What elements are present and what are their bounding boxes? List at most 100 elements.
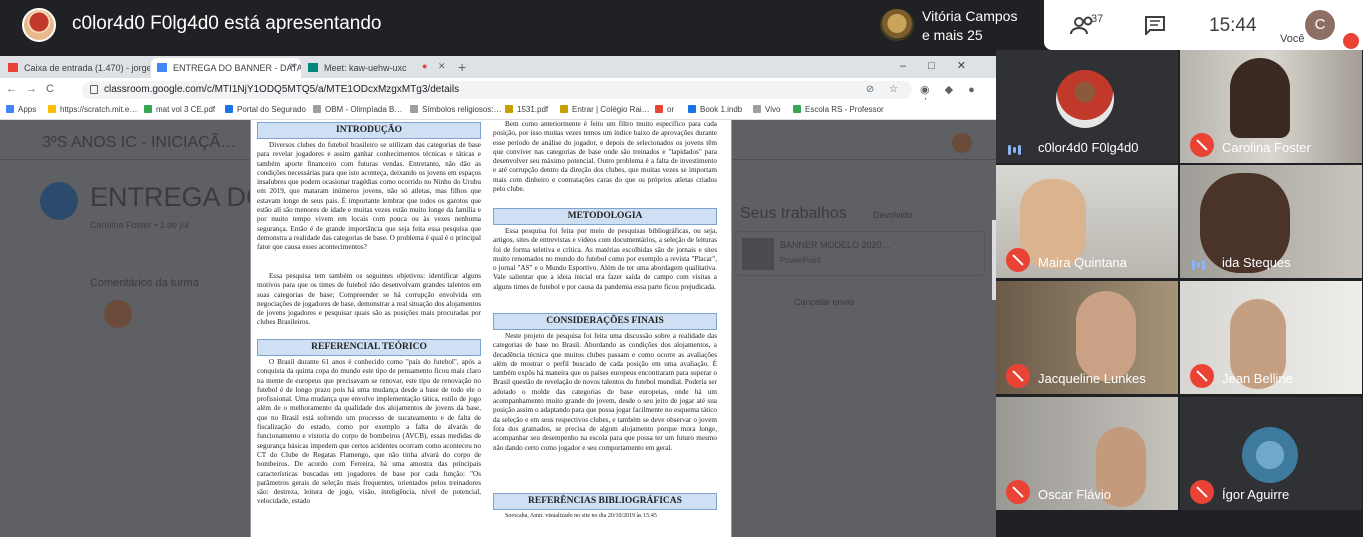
window-controls[interactable]: –□✕ <box>900 59 988 72</box>
participant-name: Vitória Campos <box>922 8 1018 24</box>
participant-tile[interactable]: Jean Belline <box>1180 281 1362 394</box>
participant-tile[interactable]: Jacqueline Lunkes <box>996 281 1178 394</box>
shared-browser-window: Caixa de entrada (1.470) - jorge… ENTREG… <box>0 56 996 537</box>
participant-name: Ígor Aguirre <box>1222 487 1290 502</box>
participant-video <box>1076 291 1136 381</box>
participant-name: Maira Quintana <box>1038 255 1127 270</box>
people-icon[interactable] <box>1070 14 1110 38</box>
bookmark-item[interactable]: 1531.pdf <box>505 105 548 114</box>
tab-gmail[interactable]: Caixa de entrada (1.470) - jorge… <box>2 58 150 78</box>
participant-name: Carolina Foster <box>1222 140 1311 155</box>
self-avatar[interactable]: C <box>1305 10 1335 40</box>
participant-name: Oscar Flávio <box>1038 487 1111 502</box>
mic-off-icon <box>1190 364 1214 388</box>
bookmark-item[interactable]: https://scratch.mit.e… <box>48 105 137 114</box>
attachment-card[interactable]: BANNER MODELO 2020… PowerPoint <box>735 231 985 276</box>
participant-thumbnail <box>880 9 914 41</box>
bookmark-item[interactable]: Apps <box>6 105 36 114</box>
lock-icon <box>90 85 98 94</box>
banner-document: INTRODUÇÃO Diversos clubes do futebol br… <box>250 120 732 537</box>
mic-active-icon <box>1008 141 1026 155</box>
mic-off-icon <box>1006 480 1030 504</box>
cancel-send-button[interactable]: Cancelar envio <box>794 297 854 307</box>
section-heading: REFERENCIAL TEÓRICO <box>257 339 481 356</box>
tab-strip: Caixa de entrada (1.470) - jorge… ENTREG… <box>0 56 996 78</box>
avatar <box>1242 427 1298 483</box>
screen: c0lor4d0 F0lg4d0 está apresentando Vitór… <box>0 0 1363 537</box>
paragraph: O Brasil durante 61 anos é conhecido com… <box>257 358 481 506</box>
mic-off-icon <box>1006 248 1030 272</box>
tab-label: Meet: kaw-uehw-uxc <box>324 63 407 73</box>
paragraph: Essa pesquisa tem também os seguintes ob… <box>257 272 481 327</box>
bookmark-item[interactable]: Portal do Segurado <box>225 105 306 114</box>
chat-icon[interactable] <box>1144 15 1166 35</box>
tab-meet[interactable]: Meet: kaw-uehw-uxc <box>302 58 450 78</box>
mic-off-icon <box>1190 133 1214 157</box>
recording-dot-icon: ● <box>422 61 428 71</box>
attachment-type: PowerPoint <box>780 256 821 265</box>
paragraph: Diversos clubes do futebol brasileiro se… <box>257 141 481 252</box>
gmail-icon <box>8 63 18 72</box>
participant-tile[interactable]: ida Steques <box>1180 165 1362 278</box>
address-bar[interactable]: classroom.google.com/c/MTI1NjY1ODQ5MTQ5/… <box>82 81 912 99</box>
meet-icon <box>308 63 318 72</box>
bookmark-item[interactable]: Símbolos religiosos:… <box>410 105 502 114</box>
nav-buttons-icon[interactable]: ←→C <box>6 83 63 95</box>
participant-tile[interactable]: Maira Quintana <box>996 165 1178 278</box>
status-badge: Devolvido <box>873 210 913 220</box>
self-mic-off-icon <box>1343 33 1359 49</box>
close-tab-icon[interactable]: ✕ <box>289 61 297 72</box>
presenter-avatar <box>22 8 56 42</box>
file-thumbnail <box>742 238 774 270</box>
participant-tile[interactable]: Carolina Foster <box>1180 50 1362 163</box>
tab-label: ENTREGA DO BANNER - DATA LIM… <box>173 63 301 73</box>
bookmark-item[interactable]: or <box>655 105 674 114</box>
course-title: 3ºS ANOS IC - INICIAÇÃ… <box>42 134 237 151</box>
mic-off-icon <box>1006 364 1030 388</box>
classroom-icon <box>157 63 167 72</box>
presenting-text: c0lor4d0 F0lg4d0 está apresentando <box>72 13 382 34</box>
participant-video <box>1230 58 1290 138</box>
mic-off-icon <box>1190 480 1214 504</box>
section-heading: METODOLOGIA <box>493 208 717 225</box>
self-label: Você <box>1280 33 1305 45</box>
participant-tile[interactable]: c0lor4d0 F0lg4d0 <box>996 50 1178 163</box>
tab-label: Caixa de entrada (1.470) - jorge… <box>24 63 150 73</box>
participant-tile[interactable]: Oscar Flávio <box>996 397 1178 510</box>
class-comments-label: Comentários da turma <box>90 277 199 289</box>
participant-grid: c0lor4d0 F0lg4d0 Carolina Foster Maira Q… <box>996 50 1363 537</box>
participant-tile[interactable]: Ígor Aguirre <box>1180 397 1362 510</box>
tab-classroom[interactable]: ENTREGA DO BANNER - DATA LIM… <box>151 58 301 78</box>
participant-name: ida Steques <box>1222 255 1291 270</box>
top-participant[interactable]: Vitória Campos e mais 25 <box>872 0 1044 50</box>
bookmark-item[interactable]: Entrar | Colégio Rai… <box>560 105 650 114</box>
avatar[interactable] <box>952 133 972 153</box>
assignment-meta: Carolina Foster • 1 de jul <box>90 220 189 230</box>
participant-name: Jacqueline Lunkes <box>1038 371 1146 386</box>
close-tab-icon[interactable]: ✕ <box>438 61 446 72</box>
participant-name: Jean Belline <box>1222 371 1293 386</box>
browser-toolbar: ←→C classroom.google.com/c/MTI1NjY1ODQ5M… <box>0 78 996 109</box>
attachment-name: BANNER MODELO 2020… <box>780 240 891 250</box>
document-left-column: INTRODUÇÃO Diversos clubes do futebol br… <box>257 120 481 537</box>
your-work-heading: Seus trabalhos <box>740 205 847 222</box>
bookmarks-bar: Apps https://scratch.mit.e… mat vol 3 CE… <box>0 102 996 120</box>
url-text: classroom.google.com/c/MTI1NjY1ODQ5MTQ5/… <box>104 84 460 95</box>
section-heading: INTRODUÇÃO <box>257 122 481 139</box>
avatar <box>104 300 132 328</box>
new-tab-icon[interactable]: + <box>458 59 466 75</box>
avatar <box>1056 70 1114 128</box>
bookmark-item[interactable]: Escola RS - Professor <box>793 105 884 114</box>
more-participants: e mais 25 <box>922 27 983 43</box>
participant-name: c0lor4d0 F0lg4d0 <box>1038 140 1139 155</box>
bookmark-item[interactable]: Vivo <box>753 105 780 114</box>
star-icon[interactable]: ⊘ ☆ <box>866 84 904 95</box>
section-heading: REFERÊNCIAS BIBLIOGRÁFICAS <box>493 493 717 510</box>
paragraph: Sorocaba, Amir. visualizado no site no d… <box>505 513 657 519</box>
bookmark-item[interactable]: Book 1.indb <box>688 105 742 114</box>
paragraph: Essa pesquisa foi feita por meio de pesq… <box>493 227 717 291</box>
bookmark-item[interactable]: mat vol 3 CE.pdf <box>144 105 215 114</box>
assignment-title: ENTREGA DO <box>90 182 268 212</box>
section-heading: CONSIDERAÇÕES FINAIS <box>493 313 717 330</box>
bookmark-item[interactable]: OBM - Olimpíada B… <box>313 105 402 114</box>
